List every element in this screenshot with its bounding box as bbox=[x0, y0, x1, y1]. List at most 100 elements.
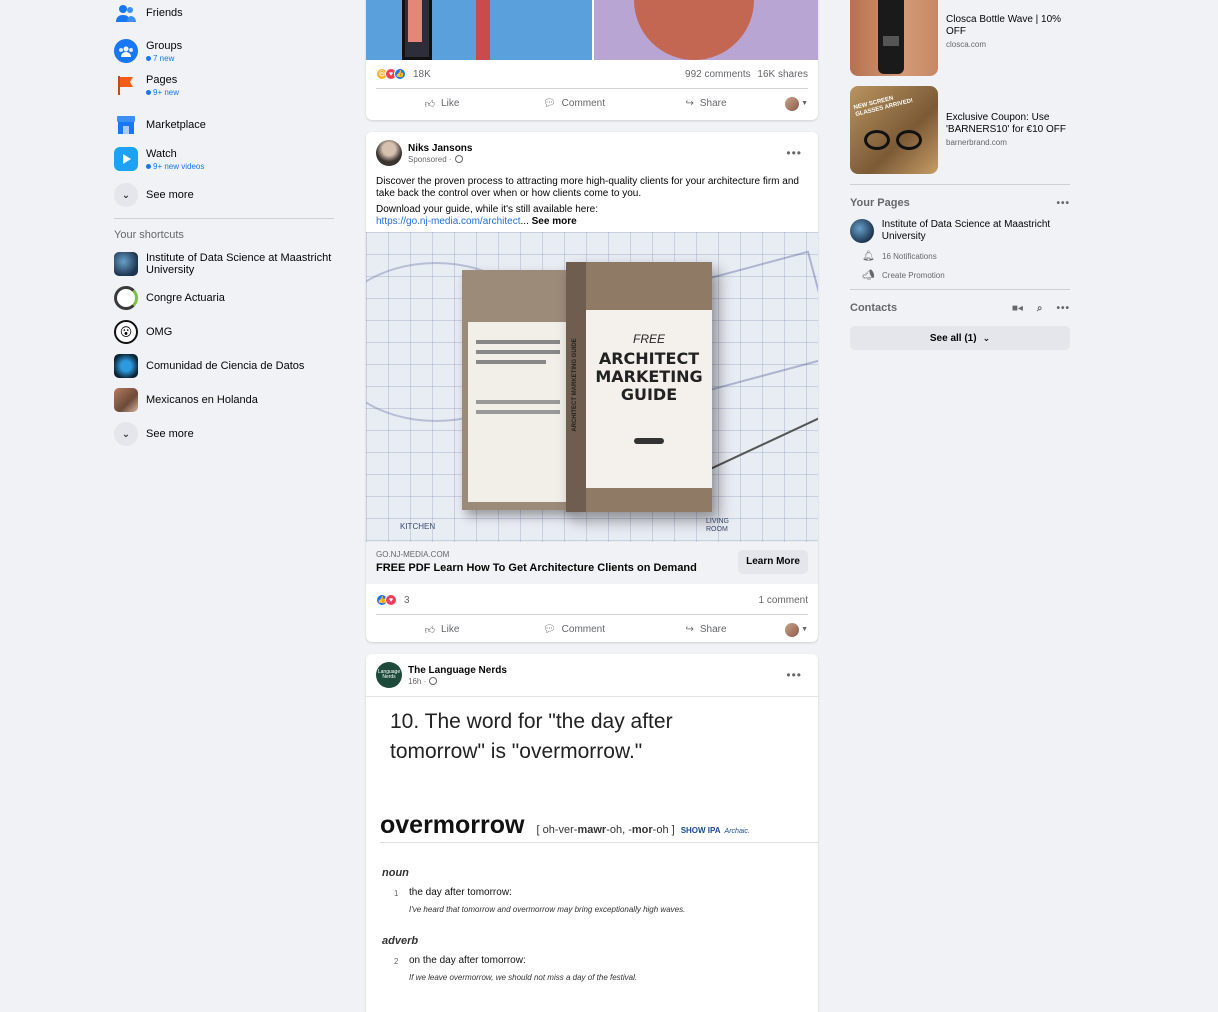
caret-down-icon: ▼ bbox=[801, 626, 808, 633]
book-spine-title: ARCHITECT MARKETING GUIDE bbox=[572, 338, 578, 432]
dictionary-word: overmorrow bbox=[380, 811, 525, 839]
search-icon[interactable]: ⌕ bbox=[1037, 303, 1043, 314]
sidebar-item-friends[interactable]: Friends bbox=[114, 0, 334, 26]
sponsored-ad[interactable]: Closca Bottle Wave | 10% OFF closca.com bbox=[850, 0, 1070, 76]
sidebar-item-pages[interactable]: Pages 9+ new bbox=[114, 68, 334, 102]
ad-link-bar[interactable]: GO.NJ-MEDIA.COM FREE PDF Learn How To Ge… bbox=[366, 542, 818, 584]
sponsored-ad[interactable]: NEW SCREEN GLASSES ARRIVED! Exclusive Co… bbox=[850, 86, 1070, 174]
caret-down-icon: ▼ bbox=[801, 100, 808, 107]
more-options-icon[interactable]: ••• bbox=[1056, 303, 1070, 314]
book-cover-title: ARCHITECT MARKETING GUIDE bbox=[595, 349, 703, 404]
globe-icon bbox=[429, 677, 438, 685]
reaction-count: 18K bbox=[413, 68, 431, 80]
post-card: 😆 ♥ 👍 18K 992 comments 16K shares 👍︎ Like… bbox=[366, 0, 818, 120]
book-back bbox=[462, 270, 574, 510]
shortcut-item[interactable]: Congre Actuaria bbox=[114, 281, 334, 315]
post-card: Language Nerds The Language Nerds 16h · … bbox=[366, 654, 818, 1012]
learn-more-button[interactable]: Learn More bbox=[738, 550, 808, 574]
chevron-down-icon: ⌄ bbox=[982, 332, 991, 343]
definition-example: I've heard that tomorrow and overmorrow … bbox=[409, 905, 686, 914]
share-count[interactable]: 16K shares bbox=[757, 69, 808, 80]
notifications-item[interactable]: 🔔︎ 16 Notifications bbox=[850, 251, 1070, 262]
more-options-icon[interactable]: ••• bbox=[786, 668, 802, 682]
ad-domain: closca.com bbox=[946, 40, 987, 49]
post-link[interactable]: https://go.nj-media.com/architect bbox=[376, 216, 521, 227]
like-button[interactable]: 👍︎ Like bbox=[376, 98, 508, 110]
reactions[interactable]: 😆 ♥ 👍 18K bbox=[376, 68, 431, 80]
avatar bbox=[785, 622, 800, 637]
megaphone-icon: 📣︎ bbox=[862, 270, 875, 281]
sidebar-item-marketplace[interactable]: Marketplace bbox=[114, 108, 334, 142]
avatar[interactable] bbox=[376, 140, 402, 166]
shortcut-thumbnail bbox=[114, 286, 138, 310]
react-as-selector[interactable]: ▼ bbox=[772, 622, 808, 637]
bell-icon: 🔔︎ bbox=[862, 251, 875, 262]
video-call-icon[interactable]: ■◂ bbox=[1012, 303, 1023, 314]
ad-image bbox=[850, 0, 938, 76]
share-button[interactable]: ↪ Share bbox=[640, 624, 772, 635]
post-author[interactable]: The Language Nerds bbox=[408, 665, 507, 676]
comment-count[interactable]: 992 comments bbox=[685, 69, 751, 80]
ad-image[interactable]: KITCHEN LIVING ROOM FREE ARCHITECT MARKE… bbox=[366, 232, 818, 542]
fact-text: 10. The word for "the day after tomorrow… bbox=[390, 710, 673, 763]
divider bbox=[850, 184, 1070, 185]
flag-icon bbox=[114, 73, 138, 97]
post-author[interactable]: Niks Jansons bbox=[408, 143, 472, 154]
pronunciation: [ oh-ver-mawr-oh, ‑mor-oh ] bbox=[536, 824, 675, 836]
shortcut-item[interactable]: 😮 OMG bbox=[114, 315, 334, 349]
like-button[interactable]: 👍︎ Like bbox=[376, 624, 508, 636]
shortcut-label: OMG bbox=[146, 326, 173, 338]
thumbs-up-icon: 👍︎ bbox=[424, 98, 436, 110]
watch-icon bbox=[114, 147, 138, 171]
shortcut-item[interactable]: Mexicanos en Holanda bbox=[114, 383, 334, 417]
globe-icon bbox=[454, 155, 463, 163]
ellipsis: ... bbox=[520, 216, 529, 227]
definition: on the day after tomorrow: bbox=[409, 955, 526, 966]
see-all-contacts-button[interactable]: See all (1) ⌄ bbox=[850, 326, 1070, 350]
love-icon: ♥ bbox=[385, 594, 397, 606]
share-icon: ↪ bbox=[685, 624, 694, 635]
more-options-icon[interactable]: ••• bbox=[786, 146, 802, 160]
reactions[interactable]: 👍 ♥ 3 bbox=[376, 594, 410, 606]
right-sidebar: Closca Bottle Wave | 10% OFF closca.com … bbox=[850, 0, 1070, 350]
new-count-badge: 9+ new bbox=[146, 88, 179, 97]
share-button[interactable]: ↪ Share bbox=[640, 98, 772, 109]
show-ipa-link[interactable]: SHOW IPA bbox=[681, 826, 721, 835]
more-options-icon[interactable]: ••• bbox=[1056, 198, 1070, 209]
reaction-count: 3 bbox=[404, 594, 410, 606]
shortcut-item[interactable]: Comunidad de Ciencia de Datos bbox=[114, 349, 334, 383]
shortcuts-see-more-button[interactable]: ⌄ See more bbox=[114, 417, 334, 451]
shortcut-label: Comunidad de Ciencia de Datos bbox=[146, 360, 305, 372]
post-meta: Sponsored · bbox=[408, 155, 472, 164]
shortcut-thumbnail bbox=[114, 252, 138, 276]
page-item[interactable]: Institute of Data Science at Maastricht … bbox=[850, 219, 1070, 243]
comment-button[interactable]: 💬︎ Comment bbox=[508, 624, 640, 635]
comment-icon: 💬︎ bbox=[542, 98, 556, 109]
page-name: Institute of Data Science at Maastricht … bbox=[881, 219, 1051, 242]
see-more-link[interactable]: See more bbox=[532, 216, 577, 227]
comment-count[interactable]: 1 comment bbox=[759, 595, 808, 606]
sidebar-item-label: Pages bbox=[146, 73, 178, 86]
sidebar-item-groups[interactable]: Groups 7 new bbox=[114, 34, 334, 68]
create-promotion-item[interactable]: 📣︎ Create Promotion bbox=[850, 270, 1070, 281]
see-more-button[interactable]: ⌄ See more bbox=[114, 178, 334, 212]
avatar[interactable]: Language Nerds bbox=[376, 662, 402, 688]
shortcut-label: Institute of Data Science at Maastricht … bbox=[146, 252, 332, 276]
shortcut-item[interactable]: Institute of Data Science at Maastricht … bbox=[114, 247, 334, 281]
marketplace-icon bbox=[114, 113, 138, 137]
sidebar-item-watch[interactable]: Watch 9+ new videos bbox=[114, 142, 334, 176]
post-text: Discover the proven process to attractin… bbox=[366, 170, 818, 228]
shortcut-thumbnail bbox=[114, 354, 138, 378]
comment-button[interactable]: 💬︎ Comment bbox=[508, 98, 640, 109]
your-pages-title: Your Pages bbox=[850, 197, 910, 209]
divider bbox=[114, 218, 334, 219]
plan-label: KITCHEN bbox=[400, 522, 436, 531]
ad-image: NEW SCREEN GLASSES ARRIVED! bbox=[850, 86, 938, 174]
ad-title: Closca Bottle Wave | 10% OFF bbox=[946, 14, 1062, 37]
ad-title: Exclusive Coupon: Use 'BARNERS10' for €1… bbox=[946, 112, 1066, 135]
post-image[interactable]: 10. The word for "the day after tomorrow… bbox=[366, 696, 818, 1012]
page-avatar bbox=[850, 219, 874, 243]
react-as-selector[interactable]: ▼ bbox=[772, 96, 808, 111]
see-more-label: See more bbox=[146, 189, 194, 201]
shortcuts-title: Your shortcuts bbox=[114, 229, 184, 241]
